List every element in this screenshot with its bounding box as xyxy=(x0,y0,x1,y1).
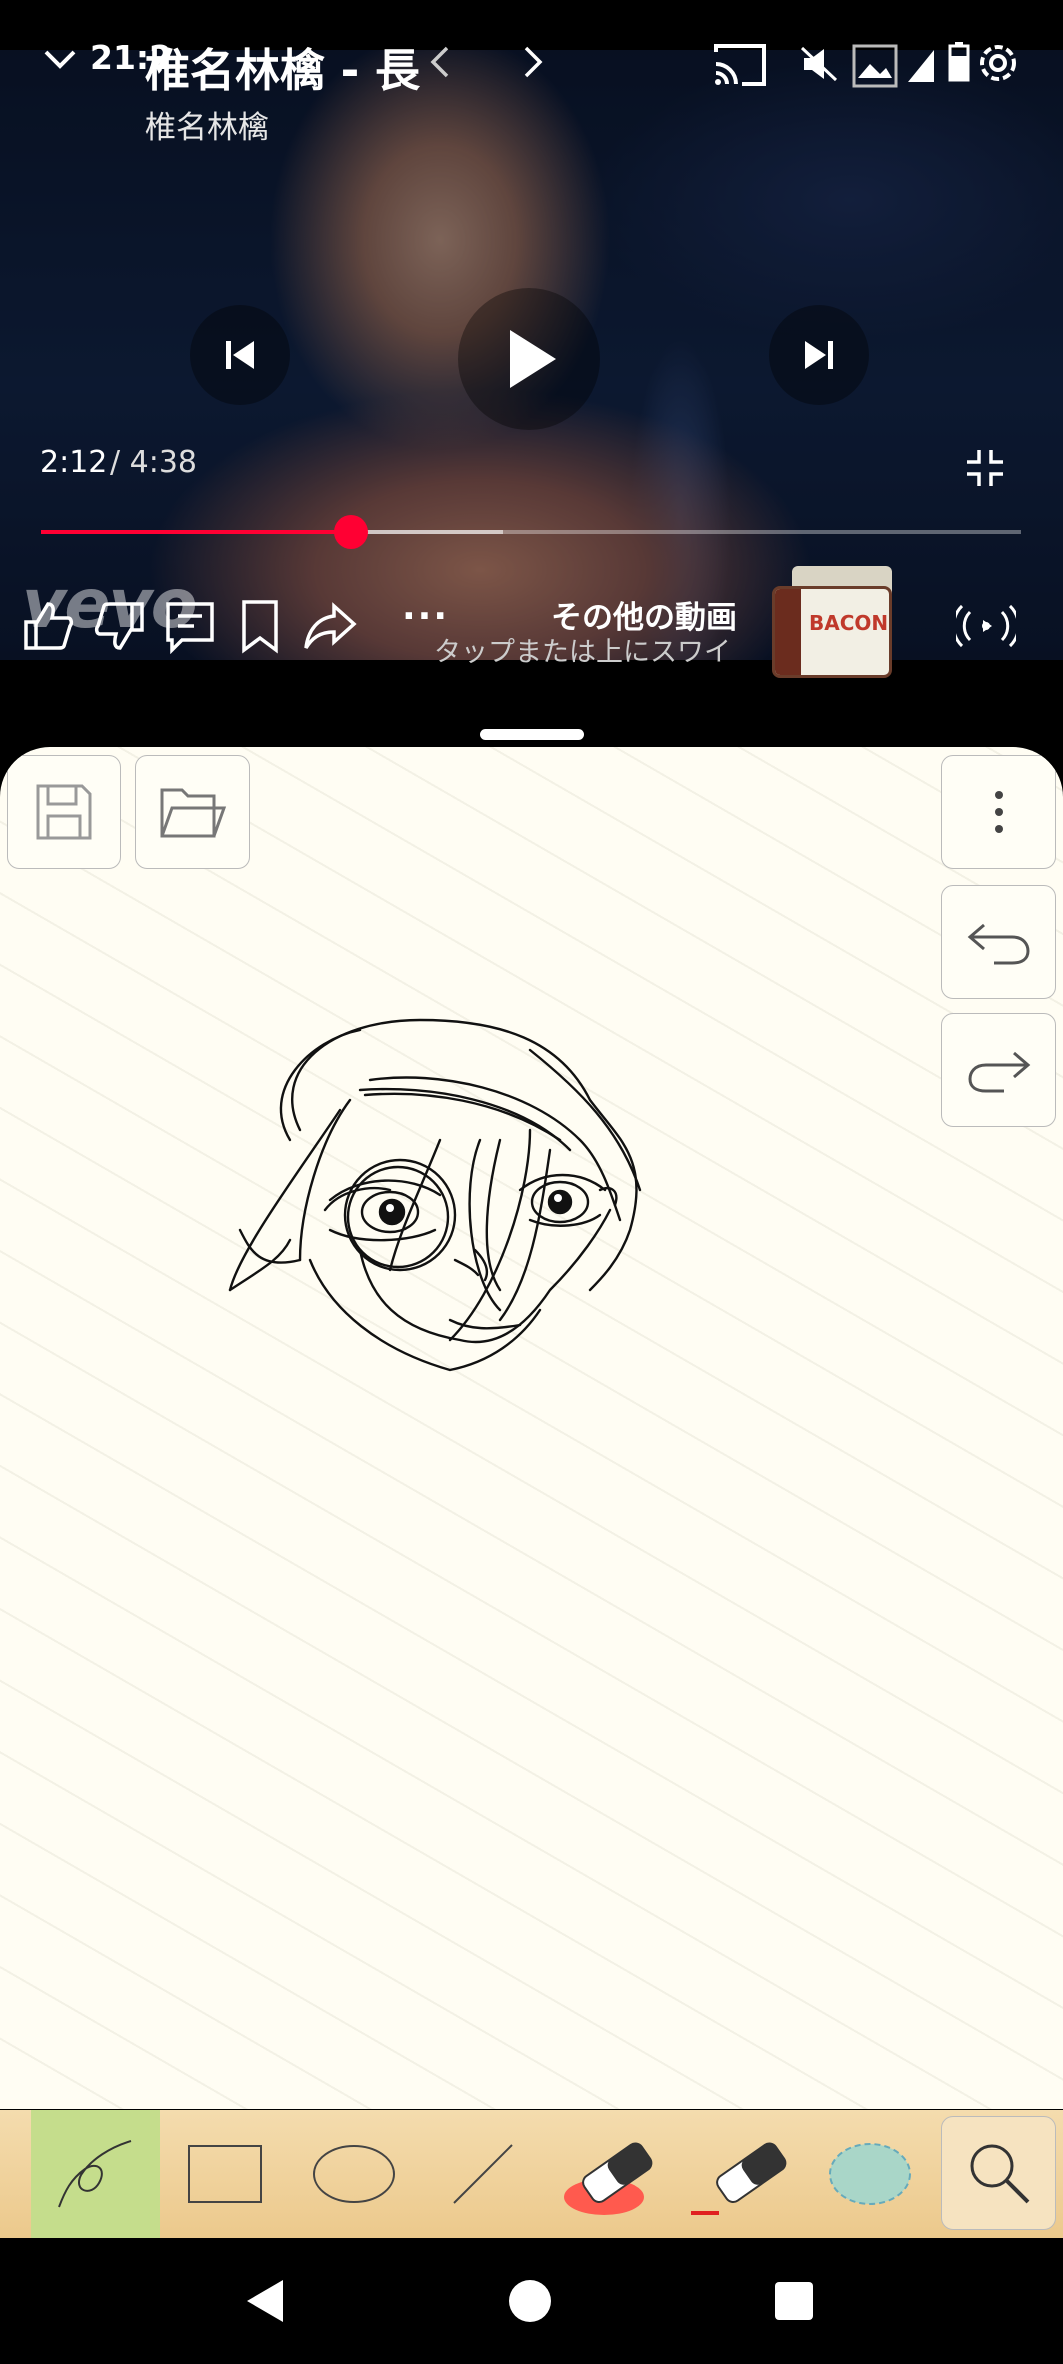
undo-icon xyxy=(967,923,1030,965)
eraser-icon xyxy=(563,2142,652,2215)
split-screen-divider[interactable] xyxy=(480,729,584,740)
more-videos-thumbnail[interactable]: BACON xyxy=(772,566,892,678)
progress-played xyxy=(41,530,351,534)
skip-previous-icon xyxy=(226,341,254,369)
mute-icon xyxy=(800,46,838,82)
redo-icon xyxy=(967,1051,1030,1093)
thumbnail-stripe xyxy=(775,589,801,675)
time-total: / 4:38 xyxy=(110,445,198,480)
save-icon xyxy=(36,784,92,840)
color-picker[interactable] xyxy=(805,2110,934,2238)
undo-button[interactable] xyxy=(941,885,1056,999)
ellipse-icon xyxy=(312,2145,395,2203)
pen-stroke-icon xyxy=(57,2140,131,2208)
eraser-tool[interactable] xyxy=(547,2110,676,2238)
recents-icon[interactable] xyxy=(774,2281,814,2321)
like-icon[interactable] xyxy=(20,598,76,654)
battery-icon xyxy=(948,42,970,82)
play-button[interactable] xyxy=(458,288,600,430)
thumbnail-text: BACON xyxy=(809,611,889,635)
channel-name[interactable]: 椎名林檎 xyxy=(145,102,269,147)
line-icon xyxy=(452,2144,513,2204)
progress-scrubber[interactable] xyxy=(333,515,368,549)
eraser-small-icon xyxy=(690,2142,786,2215)
previous-button[interactable] xyxy=(190,305,290,405)
sketch-drawing xyxy=(228,1018,642,1372)
dislike-icon[interactable] xyxy=(92,598,148,654)
back-icon[interactable] xyxy=(243,2278,287,2324)
line-tool[interactable] xyxy=(418,2110,547,2238)
more-vertical-icon xyxy=(994,791,1003,833)
zoom-tool[interactable] xyxy=(941,2116,1056,2230)
progress-bar[interactable] xyxy=(41,515,1021,549)
comments-icon[interactable] xyxy=(162,598,218,654)
chevron-right-icon[interactable] xyxy=(518,42,548,82)
video-player[interactable]: 21:2 椎名林檎 - 長 椎名林檎 2:12 / 4:38 vevo ··· … xyxy=(0,0,1063,720)
folder-open-icon xyxy=(160,788,226,838)
video-title[interactable]: 椎名林檎 - 長 xyxy=(145,34,435,99)
next-button[interactable] xyxy=(769,305,869,405)
thumbnail-front: BACON xyxy=(772,586,892,678)
signal-icon xyxy=(908,50,934,82)
skip-next-icon xyxy=(805,341,833,369)
fill-color-swatch-icon xyxy=(828,2143,911,2205)
ellipse-tool[interactable] xyxy=(289,2110,418,2238)
image-notification-icon xyxy=(852,44,898,88)
chevron-left-icon[interactable] xyxy=(425,42,455,82)
magnifier-icon xyxy=(970,2144,1029,2204)
more-videos-subtitle: タップまたは上にスワイ… xyxy=(434,637,734,668)
save-button[interactable] xyxy=(7,755,121,869)
eraser-size-tool[interactable] xyxy=(676,2110,805,2238)
live-broadcast-icon[interactable] xyxy=(956,604,1016,648)
settings-icon[interactable] xyxy=(973,38,1023,88)
system-navigation-bar xyxy=(0,2238,1063,2364)
chevron-down-icon[interactable] xyxy=(40,40,80,80)
redo-button[interactable] xyxy=(941,1013,1056,1127)
rectangle-tool[interactable] xyxy=(160,2110,289,2238)
drawing-toolbar xyxy=(0,2110,1063,2238)
overflow-menu-button[interactable] xyxy=(941,755,1056,869)
time-current: 2:12 xyxy=(40,445,108,480)
cast-icon[interactable] xyxy=(712,42,768,88)
pen-tool[interactable] xyxy=(31,2110,160,2238)
share-icon[interactable] xyxy=(302,598,358,654)
open-button[interactable] xyxy=(135,755,250,869)
play-icon xyxy=(510,330,556,388)
rectangle-icon xyxy=(187,2145,262,2203)
exit-fullscreen-icon[interactable] xyxy=(965,448,1005,488)
home-icon[interactable] xyxy=(508,2279,552,2323)
save-playlist-icon[interactable] xyxy=(232,598,288,654)
